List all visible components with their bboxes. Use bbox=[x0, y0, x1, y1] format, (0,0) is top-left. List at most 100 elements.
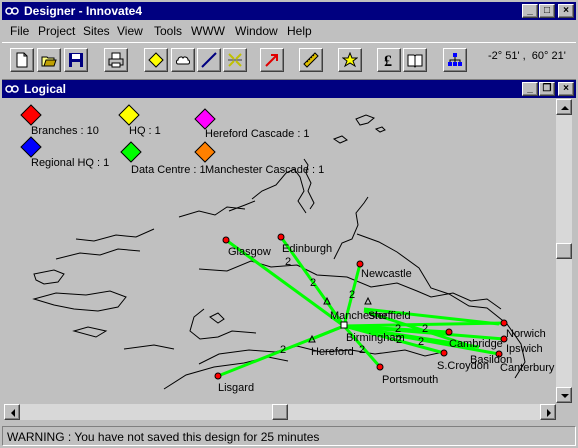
link-count: 2 bbox=[285, 256, 291, 268]
red-arrow-icon bbox=[265, 54, 278, 67]
close-button[interactable]: × bbox=[558, 4, 574, 18]
designer-app-icon[interactable] bbox=[5, 4, 19, 18]
link-count: 2 bbox=[422, 323, 428, 335]
close-icon: × bbox=[563, 5, 569, 16]
menu-file[interactable]: File bbox=[10, 24, 29, 38]
star-icon bbox=[342, 52, 358, 68]
menu-tools[interactable]: Tools bbox=[154, 24, 182, 38]
print-icon bbox=[108, 52, 124, 68]
restore-icon: ❐ bbox=[542, 83, 552, 94]
app-title-bar[interactable]: Designer - Innovate4 _ □ × bbox=[2, 2, 576, 20]
node-lisgard[interactable] bbox=[214, 372, 222, 380]
legend-branches: Branches : 10 bbox=[31, 125, 99, 137]
label-scroydon: S.Croydon bbox=[437, 360, 489, 372]
logical-map-canvas[interactable]: Branches : 10 HQ : 1 Hereford Cascade : … bbox=[4, 99, 556, 403]
node-portsmouth[interactable] bbox=[376, 363, 384, 371]
minimize-icon: _ bbox=[527, 5, 533, 16]
line-button[interactable] bbox=[197, 48, 221, 72]
label-newcastle: Newcastle bbox=[361, 268, 412, 280]
ruler-icon bbox=[303, 52, 319, 68]
scroll-left-button[interactable] bbox=[4, 404, 20, 420]
pound-icon: £ bbox=[384, 53, 392, 68]
label-norwich: Norwich bbox=[506, 328, 546, 340]
maximize-icon: □ bbox=[543, 5, 551, 16]
legend-hereford-cascade-marker bbox=[194, 108, 216, 130]
city-labels: Glasgow Edinburgh Newcastle Manchester S… bbox=[218, 243, 555, 394]
arrow-down-icon bbox=[561, 394, 569, 398]
link-count: 2 bbox=[310, 277, 316, 289]
cloud-button[interactable] bbox=[171, 48, 195, 72]
status-bar: WARNING : You have not saved this design… bbox=[2, 426, 576, 446]
menu-window[interactable]: Window bbox=[235, 24, 278, 38]
label-portsmouth: Portsmouth bbox=[382, 374, 438, 386]
new-button[interactable] bbox=[10, 48, 34, 72]
menu-www[interactable]: WWW bbox=[191, 24, 225, 38]
toolbar: £ -2° 51' , 60° 21' bbox=[2, 42, 576, 80]
menu-project[interactable]: Project bbox=[38, 24, 75, 38]
node-cambridge[interactable] bbox=[445, 328, 453, 336]
split-button[interactable] bbox=[223, 48, 247, 72]
svg-text:£: £ bbox=[384, 53, 392, 68]
save-button[interactable] bbox=[64, 48, 88, 72]
scroll-corner bbox=[556, 404, 572, 420]
logical-window-title: Logical bbox=[24, 82, 67, 96]
legend-hereford-cascade: Hereford Cascade : 1 bbox=[205, 128, 310, 140]
vertical-scrollbar[interactable] bbox=[556, 99, 572, 403]
open-button[interactable] bbox=[37, 48, 61, 72]
split-icon bbox=[228, 53, 242, 67]
horizontal-scroll-thumb[interactable] bbox=[272, 404, 288, 420]
link-count: 2 bbox=[349, 289, 355, 301]
arrow-right-icon bbox=[547, 409, 551, 417]
cloud-icon bbox=[176, 56, 190, 65]
status-message: WARNING : You have not saved this design… bbox=[7, 430, 320, 444]
menu-bar: File Project Sites View Tools WWW Window… bbox=[2, 21, 576, 41]
network-map[interactable]: Branches : 10 HQ : 1 Hereford Cascade : … bbox=[4, 99, 556, 403]
label-glasgow: Glasgow bbox=[228, 246, 271, 258]
legend-regional-hq-marker bbox=[20, 136, 42, 158]
book-icon bbox=[407, 54, 423, 68]
vertical-scroll-thumb[interactable] bbox=[556, 243, 572, 259]
branch-diamond-icon bbox=[148, 52, 164, 68]
book-button[interactable] bbox=[403, 48, 427, 72]
node-edinburgh[interactable] bbox=[277, 233, 285, 241]
node-glasgow[interactable] bbox=[222, 236, 230, 244]
legend-hq-marker bbox=[118, 104, 140, 126]
legend-hq: HQ : 1 bbox=[129, 125, 161, 137]
scroll-down-button[interactable] bbox=[556, 387, 572, 403]
add-site-button[interactable] bbox=[144, 48, 168, 72]
coordinates-readout: -2° 51' , 60° 21' bbox=[488, 50, 566, 62]
scroll-right-button[interactable] bbox=[540, 404, 556, 420]
label-hereford: Hereford bbox=[311, 346, 354, 358]
child-close-button[interactable]: × bbox=[558, 82, 574, 96]
close-icon: × bbox=[563, 83, 569, 94]
cost-button[interactable]: £ bbox=[377, 48, 401, 72]
label-edinburgh: Edinburgh bbox=[282, 243, 332, 255]
network-button[interactable] bbox=[443, 48, 467, 72]
menu-help[interactable]: Help bbox=[287, 24, 312, 38]
data-centre-hub[interactable] bbox=[340, 321, 348, 329]
logical-window-icon[interactable] bbox=[5, 82, 19, 96]
arrow-up-icon bbox=[561, 106, 569, 110]
node-norwich[interactable] bbox=[500, 319, 508, 327]
arrow-button[interactable] bbox=[260, 48, 284, 72]
scroll-up-button[interactable] bbox=[556, 99, 572, 115]
logical-window-title-bar[interactable]: Logical _ ❐ × bbox=[2, 80, 576, 98]
child-restore-button[interactable]: ❐ bbox=[539, 82, 555, 96]
maximize-button[interactable]: □ bbox=[539, 4, 555, 18]
legend: Branches : 10 HQ : 1 Hereford Cascade : … bbox=[20, 104, 324, 176]
horizontal-scrollbar[interactable] bbox=[4, 404, 556, 420]
link-count: 2 bbox=[280, 344, 286, 356]
minimize-icon: _ bbox=[527, 83, 533, 94]
legend-regional-hq: Regional HQ : 1 bbox=[31, 157, 109, 169]
node-newcastle[interactable] bbox=[356, 260, 364, 268]
minimize-button[interactable]: _ bbox=[522, 4, 538, 18]
star-button[interactable] bbox=[338, 48, 362, 72]
menu-view[interactable]: View bbox=[117, 24, 143, 38]
child-minimize-button[interactable]: _ bbox=[522, 82, 538, 96]
open-icon bbox=[41, 56, 57, 67]
network-icon bbox=[448, 53, 462, 66]
measure-button[interactable] bbox=[299, 48, 323, 72]
print-button[interactable] bbox=[104, 48, 128, 72]
node-scroydon[interactable] bbox=[440, 349, 448, 357]
menu-sites[interactable]: Sites bbox=[83, 24, 110, 38]
